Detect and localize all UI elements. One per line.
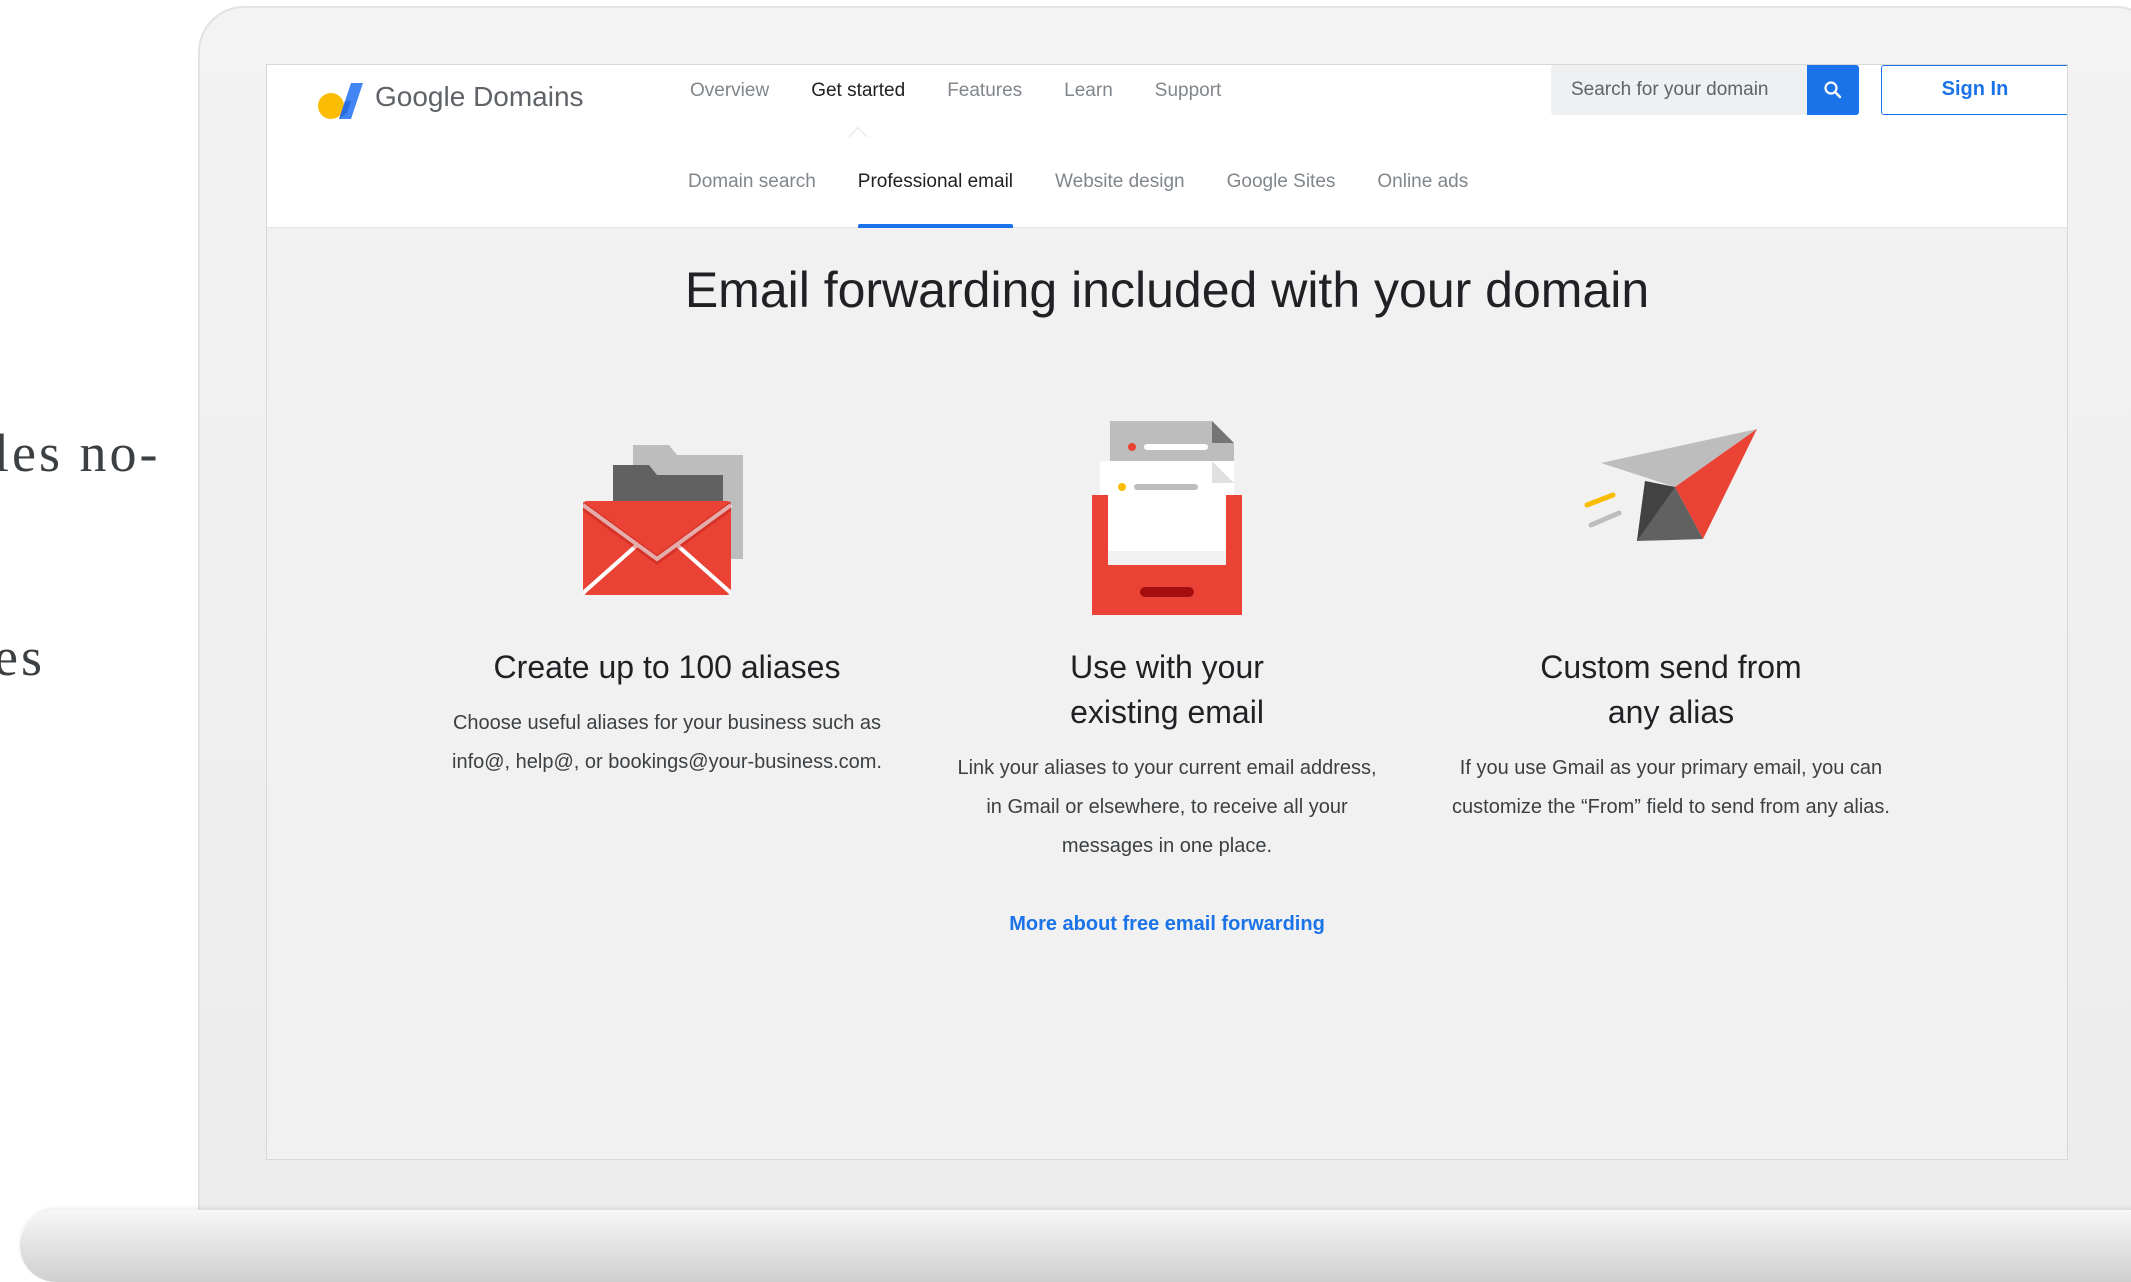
inbox-tray-illustration <box>947 405 1387 615</box>
subnav-website-design[interactable]: Website design <box>1034 137 1206 227</box>
subnav-google-sites[interactable]: Google Sites <box>1206 137 1357 227</box>
nav-support[interactable]: Support <box>1134 65 1243 137</box>
feature-title: Custom send from any alias <box>1540 649 1802 730</box>
nav-get-started[interactable]: Get started <box>790 65 926 149</box>
top-nav: Overview Get started Features Learn Supp… <box>669 65 1243 149</box>
feature-title: Create up to 100 aliases <box>493 649 841 685</box>
laptop-screen: Google Domains Overview Get started Feat… <box>266 64 2068 1160</box>
feature-title: Use with your existing email <box>1070 649 1264 730</box>
sub-nav: Domain search Professional email Website… <box>667 137 1489 228</box>
nav-features[interactable]: Features <box>926 65 1043 137</box>
feature-existing-email: Use with your existing email Link your a… <box>947 405 1387 866</box>
side-text-line-2: es <box>0 627 45 687</box>
top-header: Google Domains Overview Get started Feat… <box>267 65 2067 149</box>
laptop-base <box>20 1210 2131 1282</box>
more-about-forwarding-link[interactable]: More about free email forwarding <box>267 913 2067 936</box>
subnav-professional-email[interactable]: Professional email <box>837 137 1034 228</box>
subnav-domain-search[interactable]: Domain search <box>667 137 837 227</box>
feature-custom-send: Custom send from any alias If you use Gm… <box>1451 405 1891 827</box>
google-domains-logo-icon[interactable] <box>317 79 365 123</box>
brand-name[interactable]: Google Domains <box>375 81 584 113</box>
search-icon <box>1824 81 1842 99</box>
feature-description: If you use Gmail as your primary email, … <box>1452 757 1890 818</box>
page-headline: Email forwarding included with your doma… <box>684 262 1650 318</box>
subnav-online-ads[interactable]: Online ads <box>1356 137 1489 227</box>
domain-search-input[interactable]: Search for your domain <box>1551 65 1815 115</box>
sub-header: Domain search Professional email Website… <box>267 137 2067 228</box>
paper-plane-illustration <box>1451 405 1891 615</box>
envelope-folder-illustration <box>447 405 887 615</box>
feature-aliases: Create up to 100 aliases Choose useful a… <box>447 405 887 782</box>
sign-in-button[interactable]: Sign In <box>1881 65 2067 115</box>
feature-description: Choose useful aliases for your business … <box>452 712 882 773</box>
nav-overview[interactable]: Overview <box>669 65 790 137</box>
side-text-line-1: les no- <box>0 423 161 483</box>
nav-learn[interactable]: Learn <box>1043 65 1134 137</box>
search-button[interactable] <box>1807 65 1859 115</box>
feature-description: Link your aliases to your current email … <box>957 757 1377 857</box>
nav-get-started-label: Get started <box>811 80 906 101</box>
